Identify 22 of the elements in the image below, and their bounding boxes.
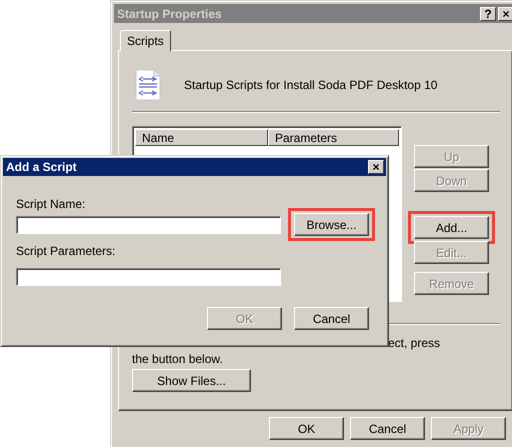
browse-button[interactable]: Browse... — [294, 213, 369, 236]
help-button[interactable]: ? — [480, 6, 496, 20]
column-header[interactable]: Parameters — [268, 129, 399, 146]
field-label: Script Name: — [16, 197, 86, 213]
text-field[interactable] — [16, 216, 281, 234]
column-header[interactable]: Name — [135, 129, 268, 146]
instruction-text: the button below. — [132, 351, 224, 367]
dialog-title: Add a Script — [6, 160, 77, 174]
window-title: Startup Properties — [117, 6, 222, 20]
side-button[interactable]: Add... — [414, 216, 489, 239]
close-button[interactable]: × — [498, 6, 512, 20]
show-files-button[interactable]: Show Files... — [132, 369, 251, 392]
tab[interactable]: Scripts — [120, 30, 171, 51]
text-field[interactable] — [16, 268, 281, 286]
ok-button[interactable]: OK — [269, 417, 344, 440]
script-file-icon — [135, 69, 161, 101]
instruction-text: ect, press — [387, 335, 442, 351]
cancel-button[interactable]: Cancel — [294, 307, 369, 330]
cancel-button[interactable]: Cancel — [350, 417, 425, 440]
close-button[interactable]: × — [368, 160, 384, 174]
field-label: Script Parameters: — [16, 244, 116, 260]
scripts-heading: Startup Scripts for Install Soda PDF Desktop 10 — [184, 78, 438, 92]
